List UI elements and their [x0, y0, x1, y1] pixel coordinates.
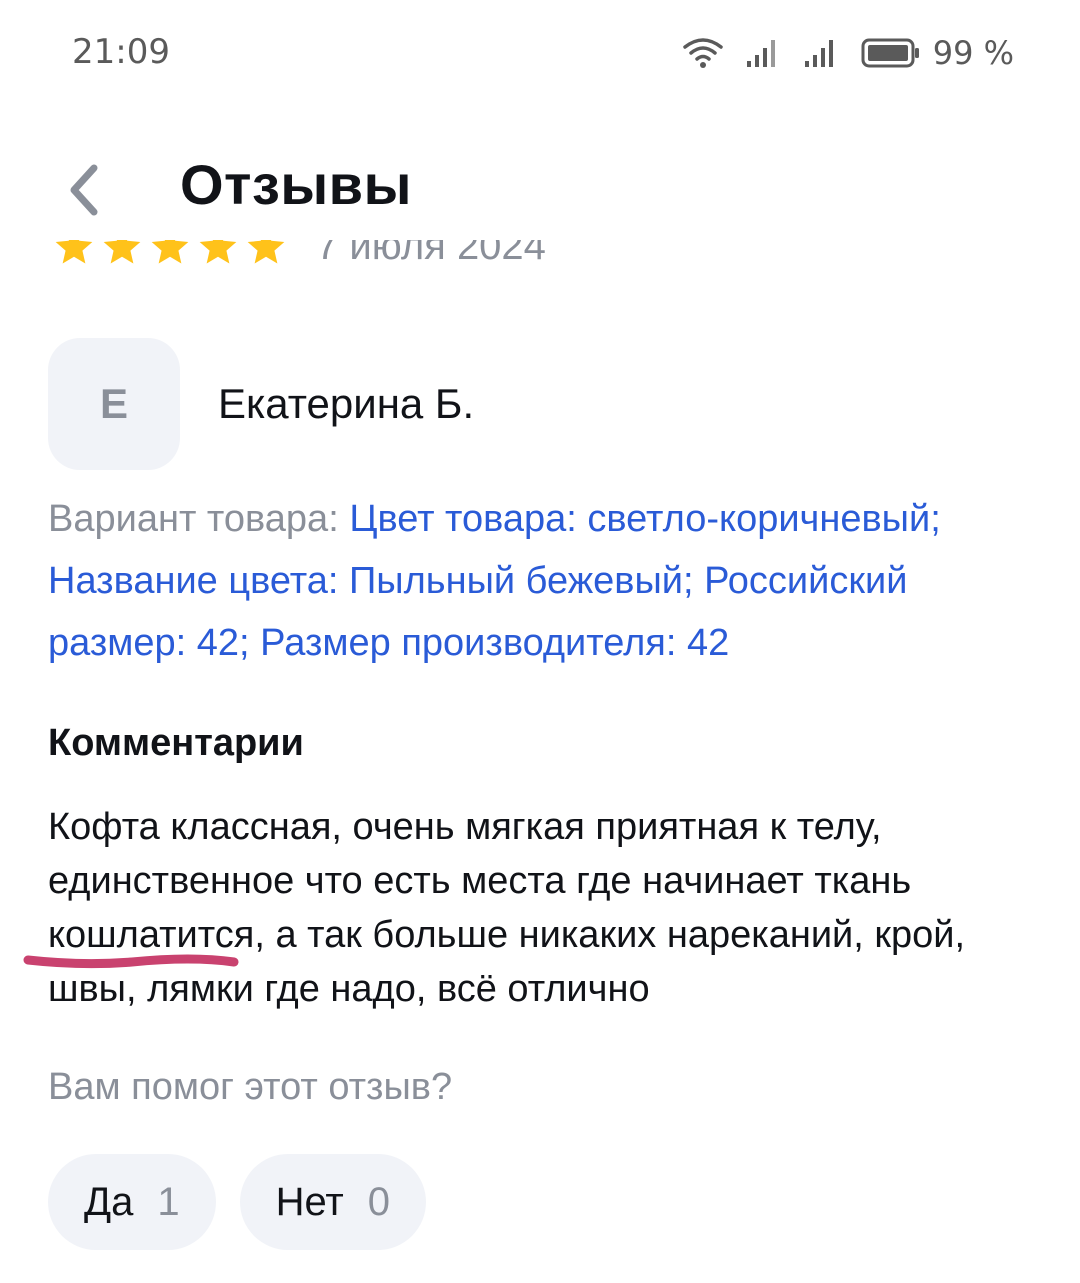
review-author: Екатерина Б.	[218, 380, 475, 427]
vote-buttons: Да 1 Нет 0	[48, 1154, 426, 1250]
vote-no-count: 0	[367, 1179, 390, 1224]
rating-stars	[52, 240, 288, 269]
status-time: 21:09	[72, 32, 170, 72]
vote-no-button[interactable]: Нет 0	[239, 1154, 426, 1250]
star-icon	[103, 240, 141, 263]
star-icon	[151, 240, 189, 263]
comment-text: Кофта классная, очень мягкая приятная к …	[48, 806, 966, 1010]
variant-label: Вариант товара:	[48, 498, 339, 540]
review-date: 7 июля 2024	[316, 240, 546, 268]
vote-yes-label: Да	[84, 1179, 134, 1224]
star-icon	[55, 240, 93, 263]
app-header: Отзывы	[0, 130, 1080, 240]
wifi-icon	[682, 38, 723, 68]
vote-yes-count: 1	[157, 1179, 180, 1224]
product-variant: Вариант товара: Цвет товара: светло-кори…	[48, 488, 1048, 674]
status-bar: 21:09 99 %	[0, 0, 1080, 110]
battery-percent: 99 %	[932, 34, 1014, 72]
underline-annotation	[23, 954, 239, 969]
signal-icon	[804, 40, 833, 67]
status-icons: 99 %	[682, 34, 1014, 72]
helpful-question: Вам помог этот отзыв?	[48, 1066, 453, 1108]
avatar: Е	[48, 338, 180, 470]
battery-icon	[861, 38, 919, 68]
page-title: Отзывы	[180, 153, 412, 216]
star-icon	[247, 240, 285, 263]
chevron-left-icon[interactable]	[56, 160, 116, 220]
previous-review-rating-row: 7 июля 2024	[52, 240, 752, 284]
comments-heading: Комментарии	[48, 722, 304, 764]
signal-icon	[746, 40, 775, 67]
vote-no-label: Нет	[275, 1179, 344, 1224]
vote-yes-button[interactable]: Да 1	[48, 1154, 216, 1250]
star-icon	[199, 240, 237, 263]
